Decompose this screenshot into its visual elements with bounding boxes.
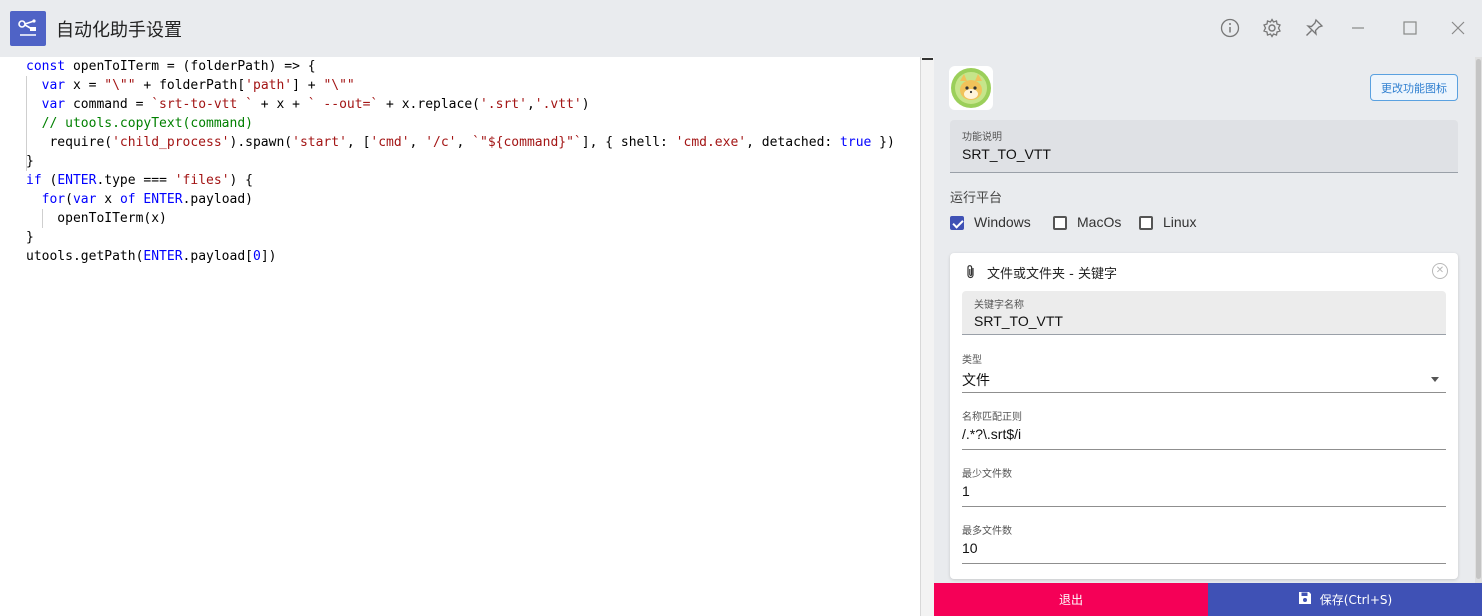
code-line[interactable]: const openToITerm = (folderPath) => { [26,57,895,76]
maximize-icon[interactable] [1398,16,1422,40]
pin-icon[interactable] [1302,16,1326,40]
close-icon[interactable] [1446,16,1470,40]
max-files-label: 最多文件数 [962,526,1012,537]
max-files-value[interactable]: 10 [962,540,978,556]
macos-checkbox[interactable] [1053,216,1067,230]
window-title: 自动化助手设置 [56,20,182,41]
keyword-name-value[interactable]: SRT_TO_VTT [974,313,1063,329]
save-button[interactable]: 保存(Ctrl+S) [1208,583,1482,616]
regex-field[interactable] [962,423,1446,450]
save-label: 保存(Ctrl+S) [1319,593,1393,607]
linux-checkbox[interactable] [1139,216,1153,230]
min-files-value[interactable]: 1 [962,483,970,499]
max-files-field[interactable] [962,537,1446,564]
min-files-label: 最少文件数 [962,469,1012,480]
code-editor[interactable]: const openToITerm = (folderPath) => { va… [0,57,921,616]
explain-label: 功能说明 [962,132,1002,143]
type-label: 类型 [962,355,982,366]
code-line[interactable]: } [26,152,895,171]
code-line[interactable]: // utools.copyText(command) [26,114,895,133]
explain-value[interactable]: SRT_TO_VTT [962,146,1051,162]
code-content[interactable]: const openToITerm = (folderPath) => { va… [26,57,895,266]
windows-checkbox[interactable] [950,216,964,230]
card-title: 文件或文件夹 - 关键字 [987,267,1117,282]
code-line[interactable]: openToITerm(x) [26,209,895,228]
regex-value[interactable]: /.*?\.srt$/i [962,426,1021,442]
title-bar: 自动化助手设置 [0,0,1482,57]
remove-keyword-icon[interactable]: ✕ [1432,263,1448,279]
app-logo-icon [10,11,46,46]
paperclip-icon [965,264,977,284]
platform-title: 运行平台 [950,191,1003,206]
panel-scrollbar[interactable] [1475,57,1482,583]
save-icon [1298,591,1312,608]
code-line[interactable]: for(var x of ENTER.payload) [26,190,895,209]
code-line[interactable]: var command = `srt-to-vtt ` + x + ` --ou… [26,95,895,114]
code-line[interactable]: } [26,228,895,247]
info-icon[interactable] [1218,16,1242,40]
exit-button[interactable]: 退出 [934,583,1208,616]
code-line[interactable]: var x = "\"" + folderPath['path'] + "\"" [26,76,895,95]
exit-label: 退出 [1058,593,1083,607]
code-line[interactable]: require('child_process').spawn('start', … [26,133,894,152]
type-select[interactable] [962,366,1446,393]
macos-label[interactable]: MacOs [1077,214,1121,230]
windows-label[interactable]: Windows [974,214,1031,230]
dropdown-arrow-icon[interactable] [1431,377,1439,382]
min-files-field[interactable] [962,480,1446,507]
code-line[interactable]: if (ENTER.type === 'files') { [26,171,895,190]
code-line[interactable]: utools.getPath(ENTER.payload[0]) [26,247,895,266]
change-icon-button[interactable]: 更改功能图标 [1370,74,1458,101]
linux-label[interactable]: Linux [1163,214,1196,230]
editor-scrollbar[interactable] [921,57,934,616]
regex-label: 名称匹配正则 [962,412,1022,423]
minimize-icon[interactable] [1346,16,1370,40]
type-value[interactable]: 文件 [962,370,990,390]
keyword-name-label: 关键字名称 [974,300,1024,311]
gear-icon[interactable] [1260,16,1284,40]
function-icon [949,66,993,110]
